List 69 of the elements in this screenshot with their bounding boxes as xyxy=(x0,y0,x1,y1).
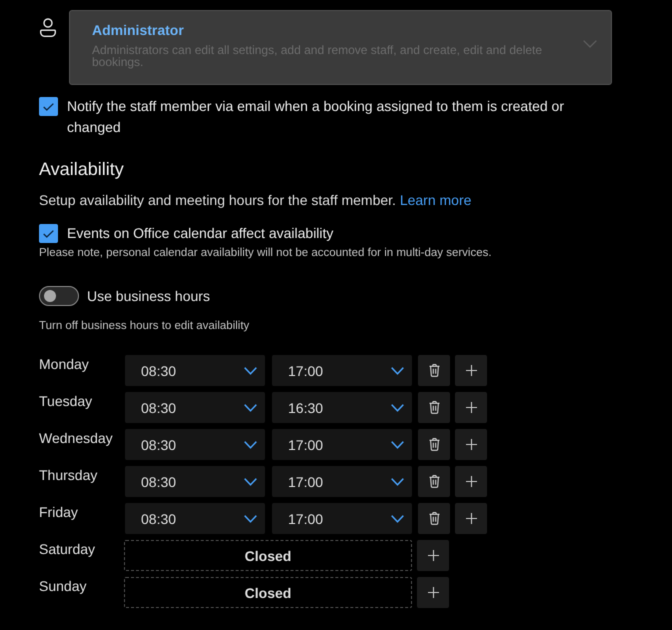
plus-icon xyxy=(466,439,476,450)
chevron-down-icon xyxy=(244,404,257,412)
day-label: Friday xyxy=(39,503,79,521)
add-button[interactable] xyxy=(455,503,487,534)
day-label: Monday xyxy=(39,355,90,373)
trash-icon xyxy=(428,475,440,488)
check-icon xyxy=(43,230,54,238)
delete-button[interactable] xyxy=(418,429,450,460)
chevron-down-icon xyxy=(244,366,257,374)
start-time-dropdown[interactable]: 08:30 xyxy=(125,503,265,534)
learn-more-link[interactable]: Learn more xyxy=(400,192,472,208)
plus-icon xyxy=(428,550,438,561)
section-heading: Availability xyxy=(39,158,125,181)
chevron-down-icon xyxy=(391,366,404,374)
toggle-switch[interactable] xyxy=(39,286,79,306)
plus-icon xyxy=(466,365,476,376)
end-time-dropdown[interactable]: 17:00 xyxy=(272,503,412,534)
trash-icon xyxy=(428,401,440,414)
hint-text: Turn off business hours to edit availability xyxy=(39,319,250,334)
checkbox[interactable] xyxy=(39,97,58,116)
day-label: Thursday xyxy=(39,466,98,484)
chevron-down-icon xyxy=(244,440,257,448)
delete-button[interactable] xyxy=(418,503,450,534)
toggle-label: Use business hours xyxy=(87,287,210,306)
plus-icon xyxy=(466,476,476,487)
delete-button[interactable] xyxy=(418,466,450,497)
end-time-dropdown[interactable]: 17:00 xyxy=(272,429,412,460)
chevron-down-icon xyxy=(244,514,257,522)
person-icon xyxy=(40,18,56,37)
day-label: Wednesday xyxy=(39,429,114,447)
day-label: Tuesday xyxy=(39,392,94,410)
role-title: Administrator xyxy=(92,21,184,39)
add-button[interactable] xyxy=(455,429,487,460)
checkbox-label: Events on Office calendar affect availability xyxy=(67,224,334,243)
start-time-dropdown[interactable]: 08:30 xyxy=(125,355,265,386)
chevron-down-icon xyxy=(391,514,404,522)
add-button[interactable] xyxy=(455,355,487,386)
closed-slot: Closed xyxy=(124,577,412,608)
plus-icon xyxy=(466,513,476,524)
chevron-down-icon xyxy=(244,478,257,486)
note-text: Please note, personal calendar availability will not be accounted for in multi-day services. xyxy=(39,246,493,261)
add-button[interactable] xyxy=(417,577,449,608)
start-time-dropdown[interactable]: 08:30 xyxy=(125,392,265,423)
end-time-dropdown[interactable]: 17:00 xyxy=(272,355,412,386)
plus-icon xyxy=(428,587,438,598)
start-time-dropdown[interactable]: 08:30 xyxy=(125,429,265,460)
chevron-down-icon xyxy=(391,440,404,448)
add-button[interactable] xyxy=(455,466,487,497)
delete-button[interactable] xyxy=(418,392,450,423)
checkbox-label: Notify the staff member via email when a booking assigned to them is created or changed xyxy=(67,97,565,137)
end-time-dropdown[interactable]: 17:00 xyxy=(272,466,412,497)
plus-icon xyxy=(466,402,476,413)
check-icon xyxy=(43,102,54,110)
day-label: Saturday xyxy=(39,540,96,558)
chevron-down-icon xyxy=(391,404,404,412)
trash-icon xyxy=(428,512,440,525)
add-button[interactable] xyxy=(455,392,487,423)
trash-icon xyxy=(428,438,440,451)
end-time-dropdown[interactable]: 16:30 xyxy=(272,392,412,423)
chevron-down-icon xyxy=(391,478,404,486)
day-label: Sunday xyxy=(39,577,88,595)
availability-description: Setup availability and meeting hours for the staff member. Learn more xyxy=(39,191,472,210)
start-time-dropdown[interactable]: 08:30 xyxy=(125,466,265,497)
delete-button[interactable] xyxy=(418,355,450,386)
checkbox[interactable] xyxy=(39,224,58,243)
add-button[interactable] xyxy=(417,540,449,571)
chevron-down-icon xyxy=(583,40,597,48)
trash-icon xyxy=(428,364,440,377)
closed-slot: Closed xyxy=(124,540,412,571)
